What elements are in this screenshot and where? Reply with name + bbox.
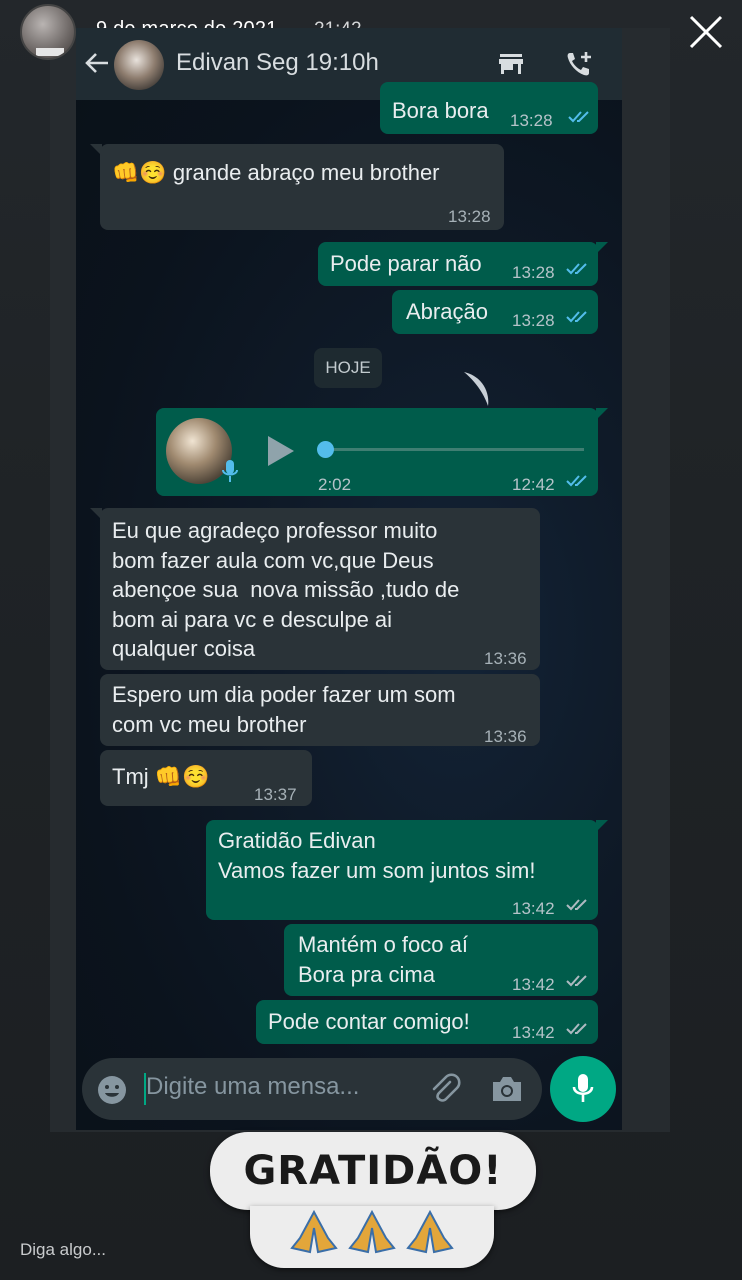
message-input-bar[interactable]: Digite uma mensa...	[82, 1058, 542, 1120]
attach-icon[interactable]	[428, 1072, 462, 1106]
read-ticks-icon	[566, 263, 587, 275]
voice-progress-track[interactable]	[324, 448, 584, 451]
read-ticks-icon	[566, 311, 587, 323]
voice-progress-knob[interactable]	[317, 441, 334, 458]
date-chip: HOJE	[314, 348, 382, 388]
message-bubble-outgoing[interactable]: Bora bora 13:28	[380, 82, 598, 134]
read-ticks-icon	[568, 111, 589, 123]
message-bubble-incoming[interactable]: Espero um dia poder fazer um som com vc …	[100, 674, 540, 746]
message-input[interactable]: Digite uma mensa...	[146, 1073, 359, 1101]
close-icon[interactable]	[686, 12, 726, 52]
voice-duration: 2:02	[318, 475, 352, 494]
read-ticks-icon	[566, 475, 587, 487]
message-bubble-outgoing[interactable]: Gratidão Edivan Vamos fazer um som junto…	[206, 820, 608, 920]
add-call-icon[interactable]	[564, 49, 594, 79]
message-bubble-outgoing[interactable]: Abração 13:28	[392, 290, 598, 334]
mic-icon	[572, 1074, 594, 1102]
contact-avatar[interactable]	[114, 40, 164, 90]
back-arrow-icon[interactable]	[84, 50, 110, 76]
camera-icon[interactable]	[490, 1074, 524, 1104]
message-bubble-incoming[interactable]: Tmj 👊☺️ 13:37	[100, 750, 312, 806]
praying-hands-icon	[290, 1209, 454, 1254]
delivered-ticks-icon	[566, 899, 587, 911]
voice-message[interactable]: 2:02 12:42	[156, 408, 608, 496]
mic-button[interactable]	[550, 1056, 616, 1122]
praying-hands-sticker[interactable]	[250, 1206, 494, 1268]
contact-title[interactable]: Edivan Seg 19:10h	[176, 49, 379, 77]
store-icon[interactable]	[496, 49, 526, 79]
message-bubble-outgoing[interactable]: Mantém o foco aí Bora pra cima 13:42	[284, 924, 598, 996]
play-icon[interactable]	[264, 434, 296, 468]
emoji-icon[interactable]	[96, 1074, 128, 1106]
message-bubble-outgoing[interactable]: Pode parar não 13:28	[318, 242, 608, 286]
whatsapp-screenshot: Edivan Seg 19:10h Bora bora 13:28 👊☺️ gr…	[76, 28, 622, 1130]
message-bubble-incoming[interactable]: 👊☺️ grande abraço meu brother 13:28	[90, 144, 504, 230]
story-avatar[interactable]	[20, 4, 76, 60]
message-bubble-outgoing[interactable]: Pode contar comigo! 13:42	[256, 1000, 598, 1044]
moon-decoration	[464, 372, 489, 406]
delivered-ticks-icon	[566, 1023, 587, 1035]
gratitude-sticker[interactable]: GRATIDÃO!	[210, 1132, 536, 1210]
message-bubble-incoming[interactable]: Eu que agradeço professor muito bom faze…	[90, 508, 540, 670]
mic-icon	[222, 460, 238, 482]
delivered-ticks-icon	[566, 975, 587, 987]
reply-input[interactable]: Diga algo...	[20, 1240, 106, 1260]
